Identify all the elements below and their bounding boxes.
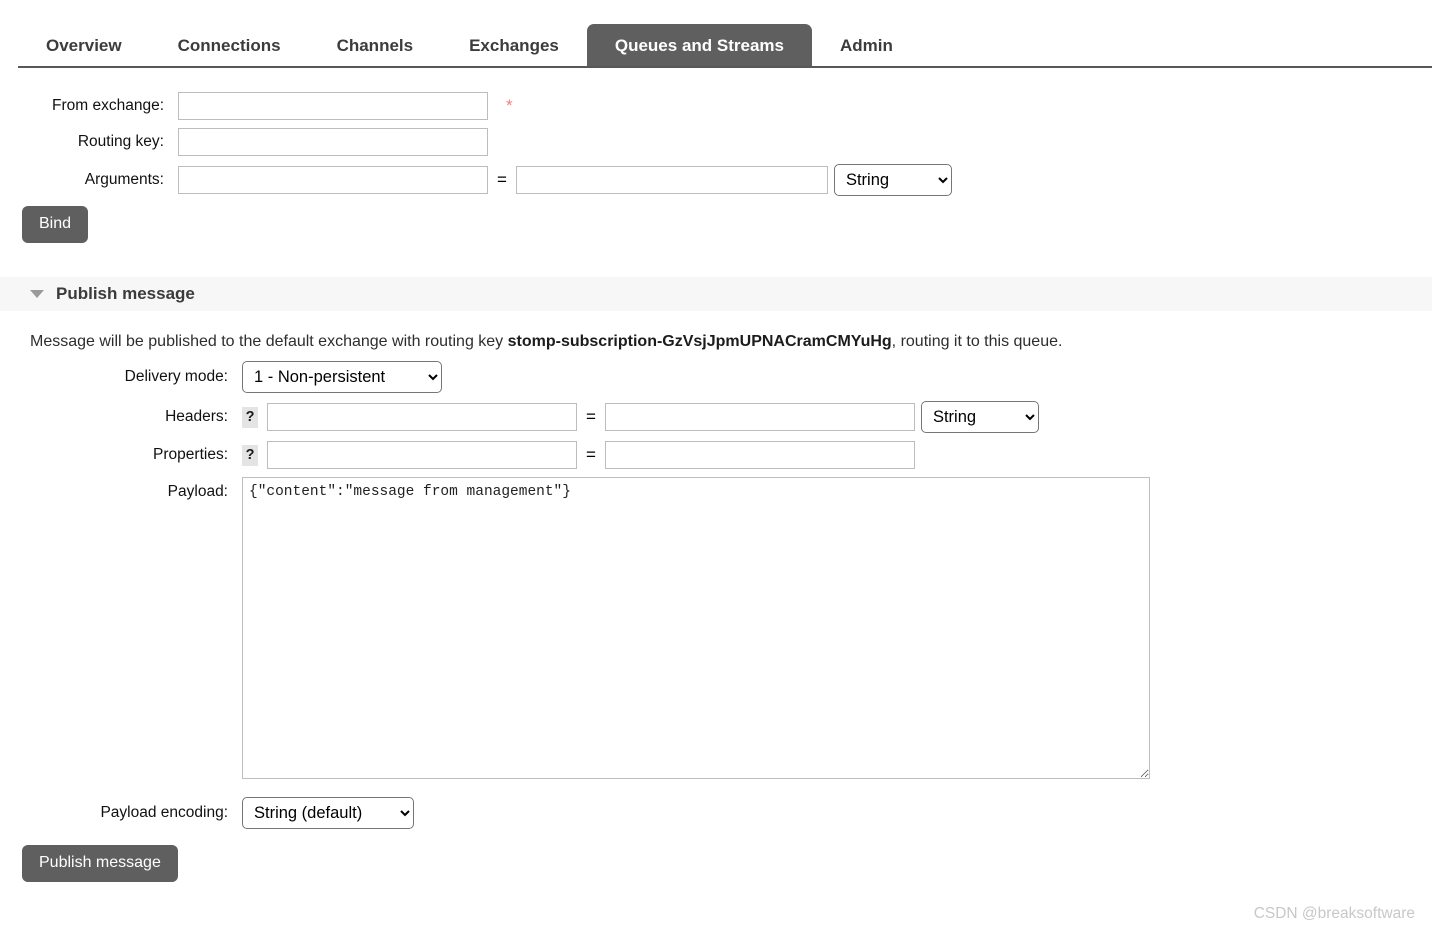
publish-description-prefix: Message will be published to the default… <box>30 333 508 350</box>
publish-message-button[interactable]: Publish message <box>22 845 178 882</box>
payload-label: Payload: <box>167 483 228 500</box>
property-value-input[interactable] <box>604 441 915 469</box>
delivery-mode-label: Delivery mode: <box>124 368 228 385</box>
publish-message-form: Delivery mode: 1 - Non-persistent2 - Per… <box>0 361 1432 882</box>
required-marker: * <box>506 96 513 115</box>
from-exchange-label: From exchange: <box>52 97 164 114</box>
headers-help-icon[interactable]: ? <box>242 406 258 428</box>
add-binding-form: From exchange: * Routing key: Arguments:… <box>0 68 1432 243</box>
payload-encoding-select[interactable]: String (default)Base64 <box>242 797 414 829</box>
payload-encoding-label: Payload encoding: <box>100 804 228 821</box>
argument-value-input[interactable] <box>515 166 828 194</box>
routing-key-row: Routing key: <box>0 128 1432 156</box>
publish-routing-key-value: stomp-subscription-GzVsjJpmUPNACramCMYuH… <box>507 333 892 350</box>
routing-key-input[interactable] <box>178 128 488 156</box>
publish-description-suffix: , routing it to this queue. <box>891 333 1063 350</box>
bind-button-row: Bind <box>0 206 1432 243</box>
properties-row: Properties: ? = <box>0 441 1432 469</box>
tab-connections[interactable]: Connections <box>150 24 309 68</box>
tab-admin[interactable]: Admin <box>812 24 921 68</box>
tab-overview[interactable]: Overview <box>18 24 150 68</box>
payload-encoding-row: Payload encoding: String (default)Base64 <box>0 797 1432 829</box>
property-key-input[interactable] <box>267 441 577 469</box>
publish-message-section-header[interactable]: Publish message <box>0 277 1432 311</box>
tab-channels[interactable]: Channels <box>309 24 442 68</box>
bind-button[interactable]: Bind <box>22 206 89 243</box>
from-exchange-input[interactable] <box>178 92 488 120</box>
delivery-mode-row: Delivery mode: 1 - Non-persistent2 - Per… <box>0 361 1432 393</box>
publish-description: Message will be published to the default… <box>0 311 1432 361</box>
delivery-mode-select[interactable]: 1 - Non-persistent2 - Persistent <box>242 361 442 393</box>
headers-equals-sign: = <box>586 407 596 426</box>
headers-row: Headers: ? = StringNumberBooleanList <box>0 401 1432 433</box>
tab-bar-divider <box>18 66 1432 68</box>
payload-textarea[interactable] <box>242 477 1150 779</box>
publish-button-row: Publish message <box>0 845 1432 882</box>
tab-queues-and-streams[interactable]: Queues and Streams <box>586 24 812 68</box>
argument-key-input[interactable] <box>178 166 488 194</box>
watermark-text: CSDN @breaksoftware <box>1253 905 1415 922</box>
properties-label: Properties: <box>153 446 228 463</box>
arguments-equals-sign: = <box>497 170 507 189</box>
payload-row: Payload: <box>0 477 1432 779</box>
arguments-row: Arguments: = StringNumberBooleanList <box>0 164 1432 196</box>
header-key-input[interactable] <box>267 403 577 431</box>
properties-help-icon[interactable]: ? <box>242 444 258 466</box>
publish-message-section-title: Publish message <box>56 284 195 303</box>
properties-equals-sign: = <box>586 445 596 464</box>
headers-label: Headers: <box>165 408 228 425</box>
tab-exchanges[interactable]: Exchanges <box>441 24 587 68</box>
arguments-label: Arguments: <box>84 171 164 188</box>
argument-type-select[interactable]: StringNumberBooleanList <box>833 164 952 196</box>
header-type-select[interactable]: StringNumberBooleanList <box>920 401 1039 433</box>
collapse-triangle-icon[interactable] <box>30 290 44 298</box>
header-value-input[interactable] <box>604 403 915 431</box>
from-exchange-row: From exchange: * <box>0 92 1432 120</box>
routing-key-label: Routing key: <box>77 133 164 150</box>
main-tab-bar: Overview Connections Channels Exchanges … <box>0 0 1432 68</box>
